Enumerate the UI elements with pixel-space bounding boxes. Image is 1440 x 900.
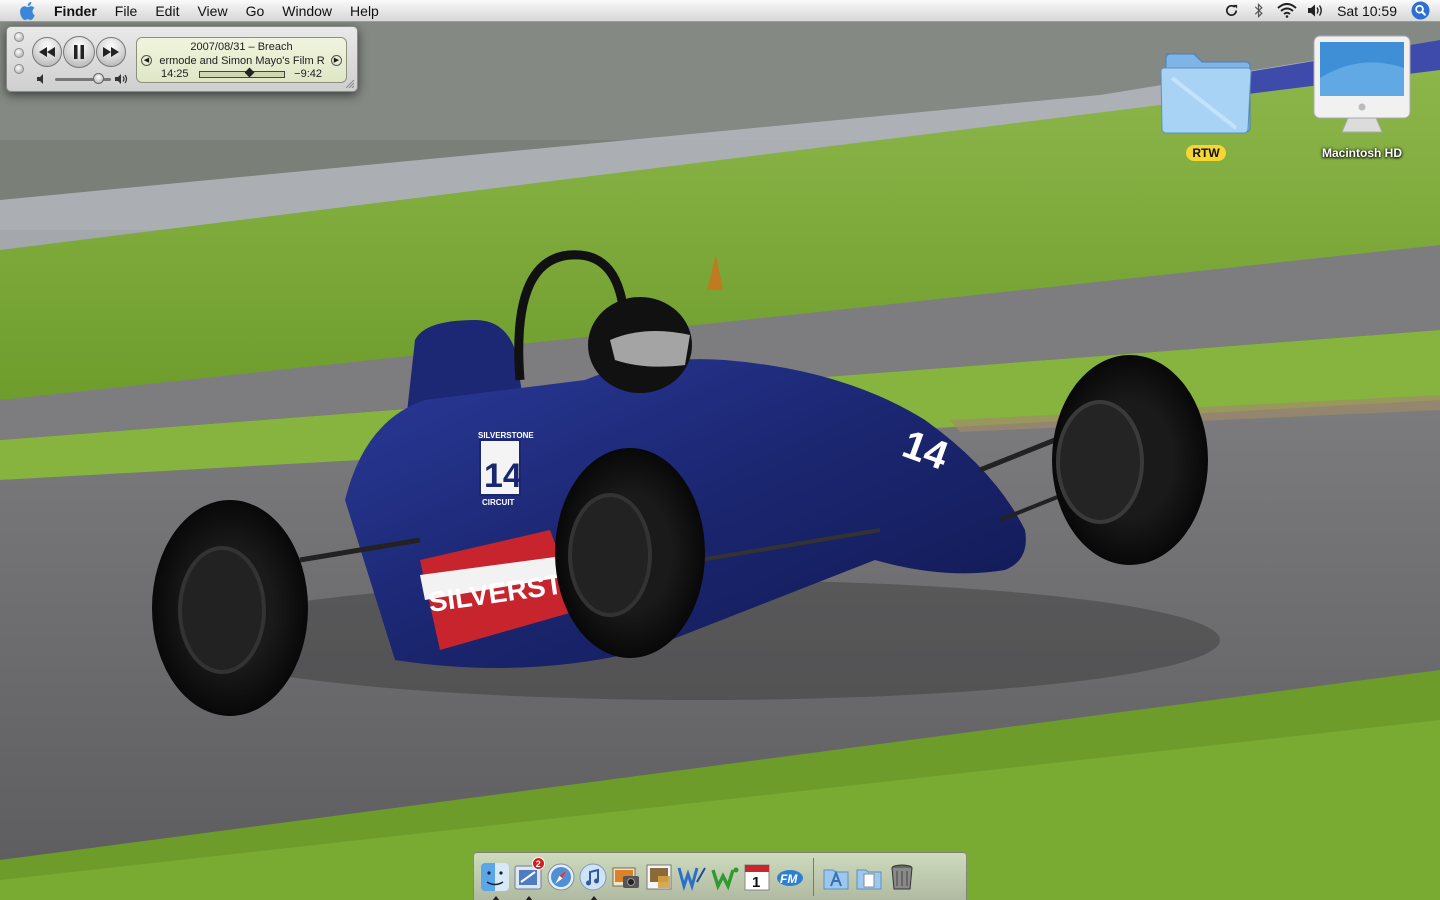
dock: 2 1 FM: [473, 852, 967, 900]
dock-item-finder[interactable]: [479, 859, 511, 900]
car-badge-text: SILVERSTONE: [478, 431, 534, 440]
track-progress-knob[interactable]: [244, 67, 255, 78]
word-icon: [677, 867, 706, 891]
track-progress-bar[interactable]: [199, 67, 285, 78]
app-menu-finder[interactable]: Finder: [52, 0, 106, 22]
finder-icon: [481, 862, 509, 891]
running-indicator: [590, 895, 599, 900]
applications-folder-icon: [823, 869, 849, 889]
display-toggle-icon[interactable]: ▶: [331, 55, 342, 66]
pause-button[interactable]: [63, 36, 95, 68]
dock-item-trash[interactable]: [886, 859, 918, 895]
bluetooth-icon[interactable]: [1245, 0, 1273, 22]
imac-icon: [1313, 35, 1411, 133]
iphoto-icon: [612, 867, 640, 888]
apple-menu-icon[interactable]: [17, 0, 39, 22]
car-number-badge: 14: [484, 457, 522, 495]
volume-slider-knob[interactable]: [93, 73, 104, 84]
spotlight-icon[interactable]: [1409, 0, 1431, 22]
preview-icon: [646, 864, 672, 889]
dock-item-w-green[interactable]: [709, 859, 741, 895]
now-playing-display[interactable]: 2007/08/31 – Breach ◀ ermode and Simon M…: [136, 37, 347, 83]
dock-item-documents[interactable]: [853, 859, 885, 895]
car-badge-sub: CIRCUIT: [482, 498, 515, 507]
dock-item-safari[interactable]: [545, 859, 577, 895]
elapsed-time: 14:25: [161, 68, 189, 80]
track-artist-scroll: ermode and Simon Mayo's Film R: [159, 55, 325, 67]
folder-icon: [1160, 53, 1252, 134]
itunes-icon: [579, 863, 607, 890]
dock-item-itunes[interactable]: [577, 859, 609, 900]
menu-edit[interactable]: Edit: [146, 0, 188, 22]
close-window-button[interactable]: [14, 32, 24, 42]
running-indicator: [524, 895, 533, 900]
dock-item-applications[interactable]: [820, 859, 852, 895]
itunes-mini-player[interactable]: 2007/08/31 – Breach ◀ ermode and Simon M…: [6, 26, 358, 92]
menu-extras: Sat 10:59: [1217, 0, 1440, 22]
fm-icon: FM: [777, 869, 804, 886]
desktop-icon-macintosh-hd[interactable]: Macintosh HD: [1307, 34, 1417, 162]
menu-help[interactable]: Help: [341, 0, 388, 22]
trash-icon: [891, 864, 913, 889]
documents-folder-icon: [856, 869, 882, 889]
fm-text: FM: [780, 872, 798, 886]
next-track-button[interactable]: [96, 37, 126, 67]
desktop-icon-label: Macintosh HD: [1321, 146, 1402, 160]
remaining-time: −9:42: [294, 68, 322, 80]
dock-item-mail[interactable]: 2: [512, 856, 545, 900]
mail-unread-badge: 2: [531, 856, 545, 870]
running-indicator: [492, 895, 500, 900]
w-green-icon: [710, 867, 739, 891]
volume-control[interactable]: [35, 72, 135, 86]
volume-high-icon: [115, 74, 128, 84]
volume-icon[interactable]: [1301, 0, 1329, 22]
desktop-icon-label: RTW: [1186, 145, 1226, 161]
zoom-window-button[interactable]: [14, 64, 24, 74]
safari-icon: [547, 863, 575, 890]
minimize-window-button[interactable]: [14, 48, 24, 58]
menu-clock[interactable]: Sat 10:59: [1329, 3, 1409, 19]
desktop-icon-rtw[interactable]: RTW: [1151, 34, 1261, 162]
menu-go[interactable]: Go: [237, 0, 274, 22]
menu-window[interactable]: Window: [273, 0, 341, 22]
ical-icon: 1: [744, 864, 770, 891]
wifi-icon[interactable]: [1273, 0, 1301, 22]
track-title: 2007/08/31 – Breach: [190, 41, 293, 53]
resize-grip-icon[interactable]: [346, 80, 354, 88]
previous-track-button[interactable]: [32, 37, 62, 67]
menu-view[interactable]: View: [188, 0, 236, 22]
dock-item-preview[interactable]: [643, 859, 675, 895]
dock-item-ical[interactable]: 1: [741, 859, 773, 895]
dock-item-fm[interactable]: FM: [774, 859, 806, 895]
menu-file[interactable]: File: [106, 0, 147, 22]
volume-low-icon: [37, 74, 43, 84]
dock-separator: [812, 857, 814, 896]
sync-icon[interactable]: [1217, 0, 1245, 22]
dock-item-iphoto[interactable]: [610, 859, 642, 895]
menu-bar: Finder File Edit View Go Window Help Sat…: [0, 0, 1440, 22]
dock-item-word[interactable]: [676, 859, 708, 895]
ical-date: 1: [752, 874, 760, 891]
